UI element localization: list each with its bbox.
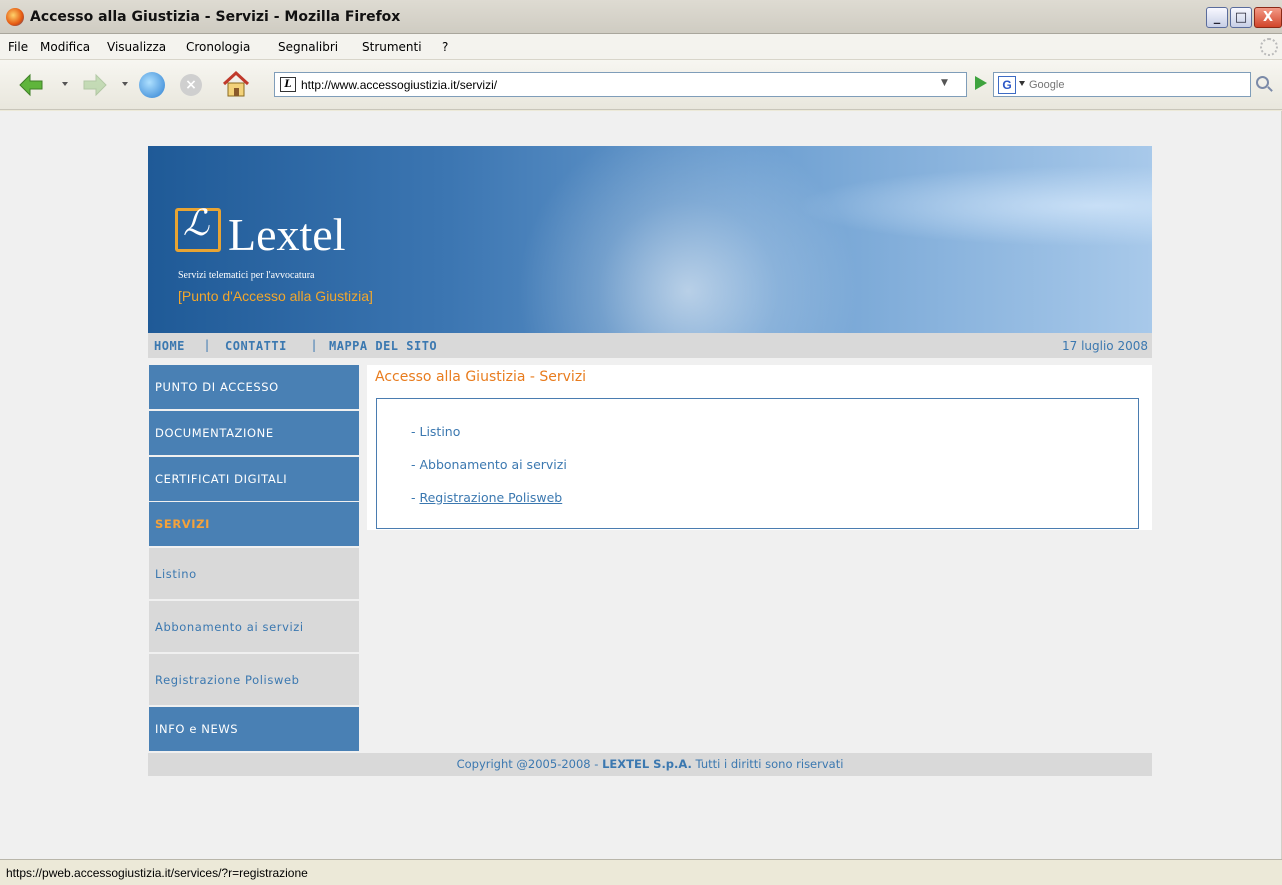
window-title: Accesso alla Giustizia - Servizi - Mozil…: [30, 9, 401, 25]
nav-mappa-link[interactable]: MAPPA DEL SITO: [329, 339, 437, 353]
sidebar-subitem-listino[interactable]: Listino: [149, 548, 359, 599]
menu-cronologia[interactable]: Cronologia: [186, 40, 250, 54]
menu-segnalibri[interactable]: Segnalibri: [278, 40, 338, 54]
nav-home-link[interactable]: HOME: [154, 339, 185, 353]
logo-name: Lextel: [228, 209, 346, 260]
menu-help[interactable]: ?: [442, 40, 448, 54]
navigation-toolbar: × L ▼ G: [0, 60, 1282, 110]
sidebar-item-label: SERVIZI: [155, 517, 210, 531]
services-box: - Listino - Abbonamento ai servizi - Reg…: [376, 398, 1139, 529]
firefox-icon: [6, 8, 24, 26]
sidebar-item-label: PUNTO DI ACCESSO: [155, 380, 279, 394]
nav-separator: |: [205, 338, 210, 352]
back-history-dropdown-icon[interactable]: [62, 82, 68, 86]
sidebar-item-punto-di-accesso[interactable]: PUNTO DI ACCESSO: [149, 365, 359, 409]
menu-modifica[interactable]: Modifica: [40, 40, 90, 54]
search-icon[interactable]: [1256, 76, 1269, 89]
logo-tagline: Servizi telematici per l'avvocatura: [178, 270, 315, 281]
page-viewport: Lextel Servizi telematici per l'avvocatu…: [0, 111, 1282, 859]
close-button[interactable]: X: [1254, 7, 1282, 28]
nav-separator: |: [312, 338, 317, 352]
footer-rights: Tutti i diritti sono riservati: [691, 757, 844, 771]
minimize-button[interactable]: _: [1206, 7, 1228, 28]
sidebar-subitem-registrazione-polisweb[interactable]: Registrazione Polisweb: [149, 654, 359, 705]
logo-subtitle: [Punto d'Accesso alla Giustizia]: [178, 288, 373, 304]
sidebar-item-label: Abbonamento ai servizi: [155, 619, 304, 634]
search-engine-dropdown-icon[interactable]: [1019, 81, 1025, 86]
main-content: Accesso alla Giustizia - Servizi - Listi…: [367, 365, 1152, 530]
menu-visualizza[interactable]: Visualizza: [107, 40, 166, 54]
window-titlebar[interactable]: Accesso alla Giustizia - Servizi - Mozil…: [0, 0, 1282, 34]
footer-company: LEXTEL S.p.A.: [602, 757, 692, 771]
url-bar[interactable]: L ▼: [274, 72, 967, 97]
status-bar: https://pweb.accessogiustizia.it/service…: [0, 859, 1282, 885]
sidebar-item-label: CERTIFICATI DIGITALI: [155, 472, 288, 486]
nav-contatti-link[interactable]: CONTATTI: [225, 339, 287, 353]
sidebar-item-label: Registrazione Polisweb: [155, 672, 300, 687]
sidebar-item-label: Listino: [155, 566, 197, 581]
search-bar[interactable]: G: [993, 72, 1251, 97]
page-footer: Copyright @2005-2008 - LEXTEL S.p.A. Tut…: [148, 753, 1152, 776]
footer-copyright: Copyright @2005-2008 -: [456, 757, 603, 771]
forward-arrow-icon[interactable]: [82, 73, 108, 97]
stop-icon[interactable]: ×: [180, 74, 202, 96]
registrazione-polisweb-link-row: - Registrazione Polisweb: [411, 490, 562, 505]
sidebar-item-label: INFO e NEWS: [155, 722, 239, 736]
sidebar-item-documentazione[interactable]: DOCUMENTAZIONE: [149, 411, 359, 455]
search-input[interactable]: [1029, 76, 1244, 94]
current-date: 17 luglio 2008: [1061, 339, 1148, 353]
site-favicon-icon: L: [280, 77, 296, 92]
lextel-logo-icon: [175, 203, 221, 252]
page-title: Accesso alla Giustizia - Servizi: [375, 369, 587, 385]
throbber-icon: [1260, 38, 1278, 56]
status-text: https://pweb.accessogiustizia.it/service…: [6, 866, 308, 880]
listino-link[interactable]: - Listino: [411, 424, 460, 439]
reload-icon[interactable]: [139, 72, 165, 98]
url-history-dropdown-icon[interactable]: ▼: [941, 78, 948, 88]
home-icon[interactable]: [222, 70, 250, 98]
sidebar-item-label: DOCUMENTAZIONE: [155, 426, 274, 440]
sidebar-subitem-abbonamento[interactable]: Abbonamento ai servizi: [149, 601, 359, 652]
maximize-button[interactable]: □: [1230, 7, 1252, 28]
back-arrow-icon[interactable]: [18, 73, 44, 97]
url-input[interactable]: [301, 75, 921, 94]
registrazione-polisweb-link[interactable]: Registrazione Polisweb: [419, 490, 562, 505]
sidebar-item-certificati-digitali[interactable]: CERTIFICATI DIGITALI: [149, 457, 359, 501]
menu-bar: File Modifica Visualizza Cronologia Segn…: [0, 34, 1282, 60]
sidebar-item-servizi[interactable]: SERVIZI: [149, 502, 359, 546]
menu-file[interactable]: File: [8, 40, 28, 54]
google-engine-icon[interactable]: G: [998, 76, 1016, 94]
go-button-icon[interactable]: [975, 76, 987, 90]
abbonamento-link[interactable]: - Abbonamento ai servizi: [411, 457, 567, 472]
menu-strumenti[interactable]: Strumenti: [362, 40, 422, 54]
forward-history-dropdown-icon[interactable]: [122, 82, 128, 86]
sidebar-item-info-news[interactable]: INFO e NEWS: [149, 707, 359, 751]
site-banner: Lextel Servizi telematici per l'avvocatu…: [148, 146, 1152, 333]
top-navigation: HOME | CONTATTI | MAPPA DEL SITO 17 lugl…: [148, 333, 1152, 358]
